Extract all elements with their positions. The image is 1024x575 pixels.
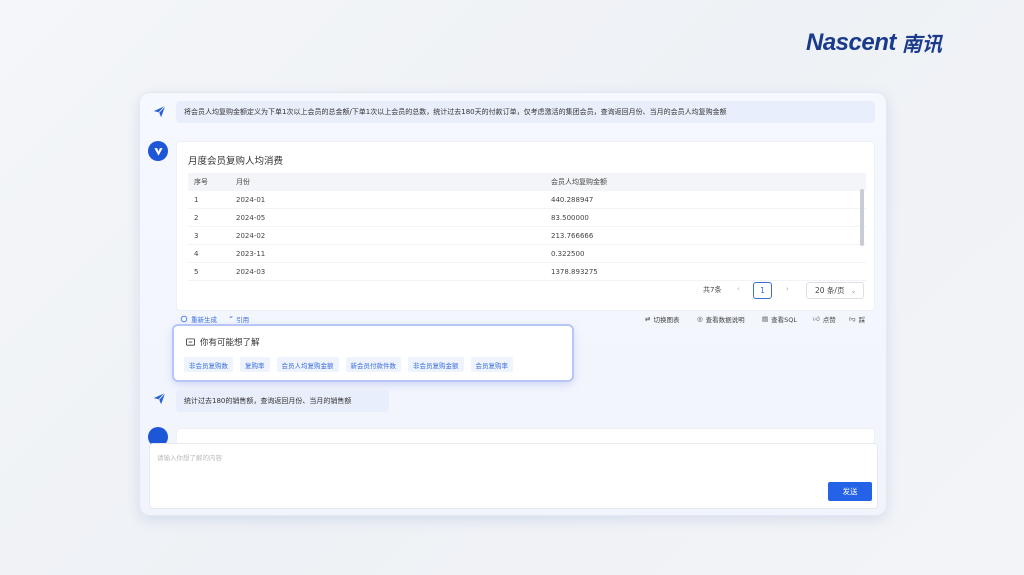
view-sql-button[interactable]: ▤ 查看SQL	[762, 314, 797, 324]
answer-title: 月度会员复购人均消费	[188, 156, 284, 167]
user-message: 统计过去180的销售额，查询返回月份、当月的销售额	[176, 390, 389, 412]
column-header: 月份	[236, 178, 250, 186]
page-size-select[interactable]: 20 条/页 ⌄	[806, 282, 864, 299]
result-table: 序号 月份 会员人均复购金额 1 2024-01 440.288947 2 20…	[188, 173, 866, 281]
brand-name: Nascent	[806, 28, 896, 56]
column-header: 序号	[194, 178, 208, 186]
table-cell: 1	[194, 195, 199, 204]
table-row: 1 2024-01 440.288947	[188, 191, 866, 209]
table-header: 序号 月份 会员人均复购金额	[188, 173, 866, 191]
table-cell: 1378.893275	[551, 267, 598, 276]
table-row: 3 2024-02 213.766666	[188, 227, 866, 245]
regenerate-label: 重新生成	[191, 316, 217, 324]
thumbs-up-icon: 👍︎	[813, 315, 820, 323]
table-cell: 213.766666	[551, 231, 594, 240]
table-row: 5 2024-03 1378.893275	[188, 263, 866, 281]
table-cell: 3	[194, 231, 199, 240]
send-icon	[150, 389, 168, 407]
dislike-label: 踩	[858, 316, 866, 324]
suggestion-chips: 非会员复购数 复购率 会员人均复购金额 新会员付款件数 非会员复购金额 会员复购…	[184, 357, 513, 372]
brand-logo: Nascent 南讯	[806, 28, 942, 57]
bot-avatar	[148, 141, 168, 161]
suggestion-chip[interactable]: 非会员复购金额	[408, 357, 464, 372]
prev-page-icon[interactable]: ‹	[737, 285, 740, 293]
quote-button[interactable]: “ 引用	[229, 314, 250, 325]
suggestions-title: 你有可能想了解	[200, 338, 260, 348]
thumbs-down-icon: 👎︎	[849, 315, 856, 323]
table-cell: 83.500000	[551, 213, 589, 222]
regenerate-button[interactable]: 重新生成	[180, 314, 217, 324]
answer-panel: 月度会员复购人均消费 序号 月份 会员人均复购金额 1 2024-01 440.…	[176, 141, 875, 311]
switch-chart-label: 切换图表	[653, 316, 680, 324]
view-data-desc-label: 查看数据说明	[705, 316, 745, 324]
refresh-icon	[180, 315, 188, 323]
pagination-total: 共7条	[703, 286, 722, 294]
brand-name-cn: 南讯	[901, 32, 942, 56]
table-cell: 5	[194, 267, 199, 276]
sql-icon: ▤	[762, 315, 769, 323]
suggestion-chip[interactable]: 会员复购率	[470, 357, 513, 372]
page-number-current[interactable]: 1	[753, 282, 772, 299]
switch-chart-button[interactable]: ⇄ 切换图表	[645, 314, 679, 324]
table-cell: 2023-11	[236, 249, 266, 258]
view-data-desc-button[interactable]: ◎ 查看数据说明	[697, 314, 745, 324]
suggestion-chip[interactable]: 会员人均复购金额	[276, 357, 339, 372]
chevron-down-icon: ⌄	[850, 286, 857, 295]
table-cell: 2024-03	[236, 267, 266, 276]
suggestion-chip[interactable]: 非会员复购数	[184, 357, 233, 372]
chat-bubble-icon	[186, 337, 195, 346]
view-sql-label: 查看SQL	[771, 316, 798, 324]
table-scrollbar[interactable]	[860, 189, 864, 246]
suggestion-chip[interactable]: 新会员付款件数	[345, 357, 401, 372]
table-cell: 2	[194, 213, 199, 222]
table-row: 2 2024-05 83.500000	[188, 209, 866, 227]
suggestions-panel: 你有可能想了解 非会员复购数 复购率 会员人均复购金额 新会员付款件数 非会员复…	[174, 326, 572, 380]
suggestions-header: 你有可能想了解	[186, 336, 260, 348]
send-button[interactable]: 发送	[828, 482, 872, 501]
like-label: 点赞	[822, 316, 836, 324]
column-header: 会员人均复购金额	[551, 178, 607, 186]
table-cell: 2024-05	[236, 213, 266, 222]
table-cell: 4	[194, 249, 199, 258]
user-message-text: 统计过去180的销售额，查询返回月份、当月的销售额	[184, 397, 352, 405]
message-input[interactable]	[150, 444, 877, 508]
switch-icon: ⇄	[645, 315, 651, 323]
next-page-icon[interactable]: ›	[786, 285, 789, 293]
user-message: 将会员人均复购金额定义为下单1次以上会员的总金额/下单1次以上会员的总数，统计过…	[176, 101, 875, 123]
user-message-text: 将会员人均复购金额定义为下单1次以上会员的总金额/下单1次以上会员的总数，统计过…	[184, 108, 727, 116]
chat-window: 将会员人均复购金额定义为下单1次以上会员的总金额/下单1次以上会员的总数，统计过…	[140, 93, 886, 515]
message-input-area: 发送	[149, 443, 878, 509]
quote-label: 引用	[236, 316, 250, 324]
like-button[interactable]: 👍︎ 点赞	[813, 314, 836, 324]
table-row: 4 2023-11 0.322500	[188, 245, 866, 263]
table-cell: 2024-02	[236, 231, 266, 240]
dislike-button[interactable]: 👎︎ 踩	[849, 314, 865, 324]
table-cell: 0.322500	[551, 249, 585, 258]
table-cell: 440.288947	[551, 195, 594, 204]
quote-icon: “	[229, 314, 234, 324]
eye-icon: ◎	[697, 315, 703, 323]
suggestion-chip[interactable]: 复购率	[240, 357, 270, 372]
table-cell: 2024-01	[236, 195, 266, 204]
page-size-value: 20 条/页	[815, 286, 845, 295]
bot-logo-icon	[153, 147, 163, 156]
send-icon	[150, 102, 168, 120]
